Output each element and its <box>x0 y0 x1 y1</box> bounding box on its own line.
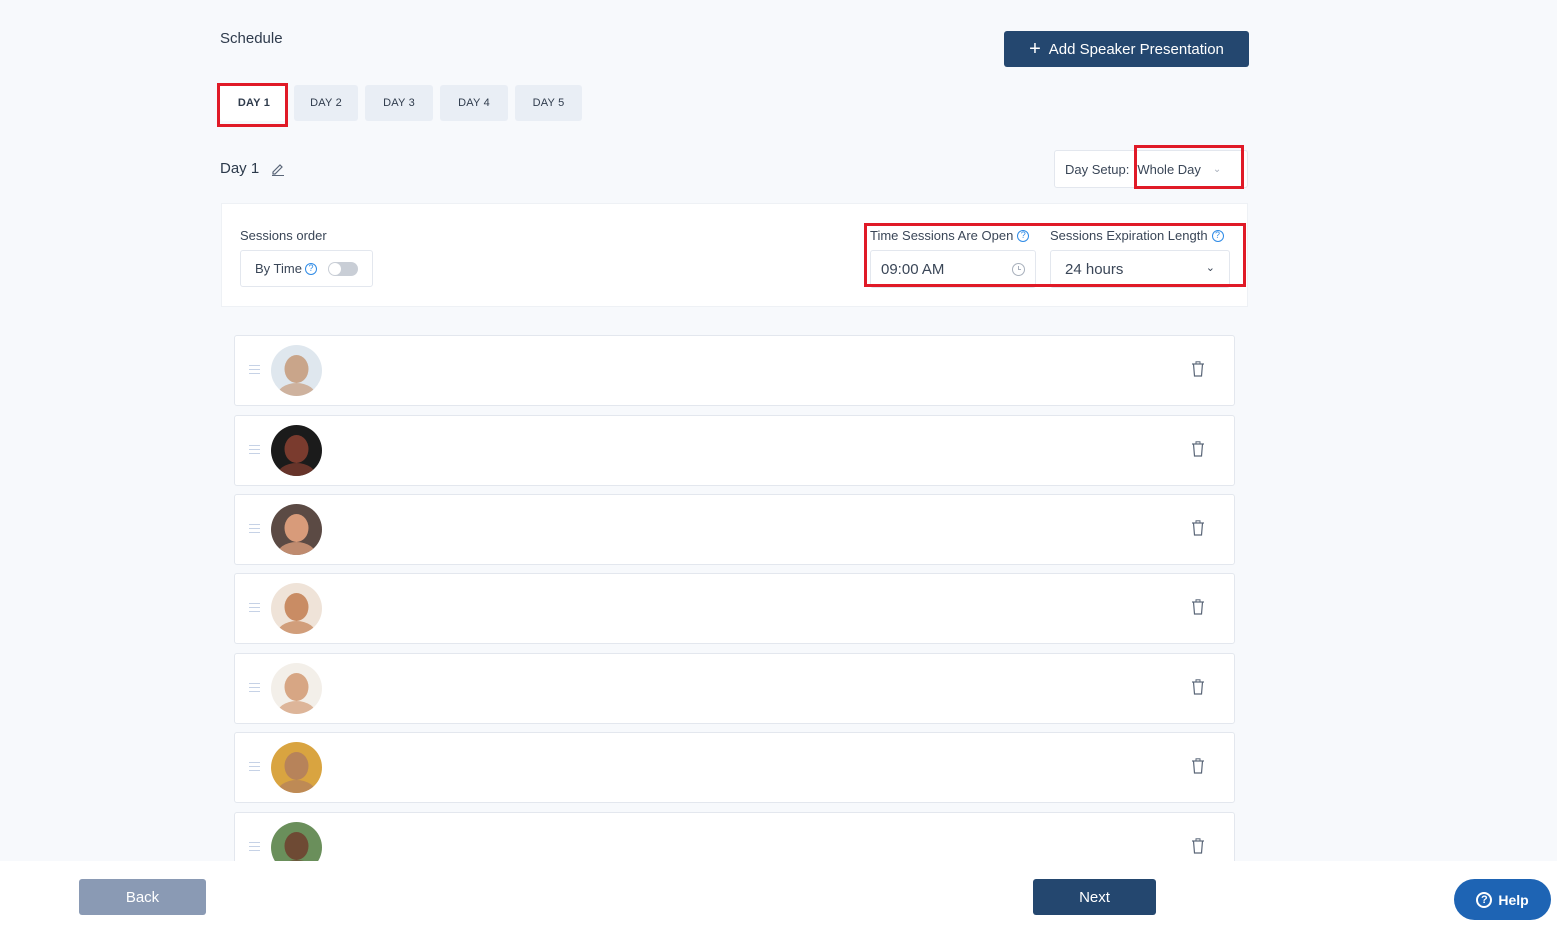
add-speaker-presentation-button[interactable]: + Add Speaker Presentation <box>1004 31 1249 67</box>
speaker-avatar <box>271 583 322 634</box>
by-time-toggle[interactable] <box>327 261 358 276</box>
trash-icon[interactable] <box>1191 361 1205 377</box>
drag-handle-icon[interactable] <box>249 683 260 693</box>
tab-label: DAY 5 <box>532 97 565 109</box>
drag-handle-icon[interactable] <box>249 365 260 375</box>
day-setup-select[interactable]: Day Setup: Whole Day ⌄ <box>1054 150 1248 188</box>
trash-icon[interactable] <box>1191 679 1205 695</box>
time-open-input[interactable]: 09:00 AM <box>870 250 1036 288</box>
sessions-expiration-label: Sessions Expiration Length ? <box>1050 228 1224 243</box>
time-open-label-text: Time Sessions Are Open <box>870 228 1014 243</box>
trash-icon[interactable] <box>1191 441 1205 457</box>
footer-bar: Back Next ? Help <box>0 861 1557 928</box>
tab-day-3[interactable]: DAY 3 <box>365 85 433 121</box>
help-button[interactable]: ? Help <box>1454 879 1551 920</box>
tab-label: DAY 1 <box>237 97 271 109</box>
next-button[interactable]: Next <box>1033 879 1156 915</box>
speaker-avatar <box>271 742 322 793</box>
speaker-avatar <box>271 504 322 555</box>
time-open-value: 09:00 AM <box>881 260 945 278</box>
speaker-avatar <box>271 663 322 714</box>
tab-day-1[interactable]: DAY 1 <box>220 85 288 121</box>
sessions-order-label: Sessions order <box>240 228 327 243</box>
by-time-label: By Time <box>255 261 302 276</box>
drag-handle-icon[interactable] <box>249 524 260 534</box>
trash-icon[interactable] <box>1191 599 1205 615</box>
expiration-value: 24 hours <box>1065 260 1124 278</box>
tab-day-5[interactable]: DAY 5 <box>515 85 582 121</box>
session-row[interactable] <box>234 573 1235 644</box>
trash-icon[interactable] <box>1191 758 1205 774</box>
session-row[interactable] <box>234 732 1235 803</box>
expiration-select[interactable]: 24 hours ⌄ <box>1050 250 1230 288</box>
session-row[interactable] <box>234 812 1235 861</box>
chevron-down-icon: ⌄ <box>1205 262 1215 274</box>
speaker-avatar <box>271 822 322 861</box>
by-time-toggle-box: By Time ? <box>240 250 373 287</box>
help-icon[interactable]: ? <box>1017 229 1030 242</box>
speaker-avatar <box>271 345 322 396</box>
tab-label: DAY 3 <box>383 97 415 109</box>
settings-panel: Sessions order By Time ? Time Sessions A… <box>221 203 1248 307</box>
tab-label: DAY 4 <box>458 97 490 109</box>
help-icon[interactable]: ? <box>304 262 317 275</box>
drag-handle-icon[interactable] <box>249 445 260 455</box>
time-sessions-open-label: Time Sessions Are Open ? <box>870 228 1030 243</box>
session-row[interactable] <box>234 415 1235 486</box>
session-row[interactable] <box>234 335 1235 406</box>
day-setup-value: Whole Day <box>1137 161 1201 177</box>
tab-day-4[interactable]: DAY 4 <box>440 85 508 121</box>
drag-handle-icon[interactable] <box>249 762 260 772</box>
expiration-label-text: Sessions Expiration Length <box>1050 228 1208 243</box>
help-icon[interactable]: ? <box>1211 229 1224 242</box>
drag-handle-icon[interactable] <box>249 603 260 613</box>
schedule-title: Schedule <box>220 30 283 47</box>
help-icon: ? <box>1476 891 1493 908</box>
drag-handle-icon[interactable] <box>249 842 260 852</box>
pencil-icon[interactable] <box>271 162 285 176</box>
add-speaker-presentation-label: Add Speaker Presentation <box>1048 40 1224 58</box>
tab-label: DAY 2 <box>310 97 342 109</box>
help-label: Help <box>1498 891 1529 908</box>
chevron-down-icon: ⌄ <box>1212 163 1222 175</box>
trash-icon[interactable] <box>1191 520 1205 536</box>
trash-icon[interactable] <box>1191 838 1205 854</box>
plus-icon: + <box>1029 38 1041 60</box>
back-button[interactable]: Back <box>79 879 206 915</box>
speaker-avatar <box>271 425 322 476</box>
day-heading: Day 1 <box>220 160 285 177</box>
session-row[interactable] <box>234 494 1235 565</box>
clock-icon <box>1012 263 1025 276</box>
tab-day-2[interactable]: DAY 2 <box>294 85 358 121</box>
session-row[interactable] <box>234 653 1235 724</box>
sessions-list <box>234 335 1235 861</box>
day-setup-label: Day Setup: <box>1065 161 1130 177</box>
day-title: Day 1 <box>220 160 260 177</box>
